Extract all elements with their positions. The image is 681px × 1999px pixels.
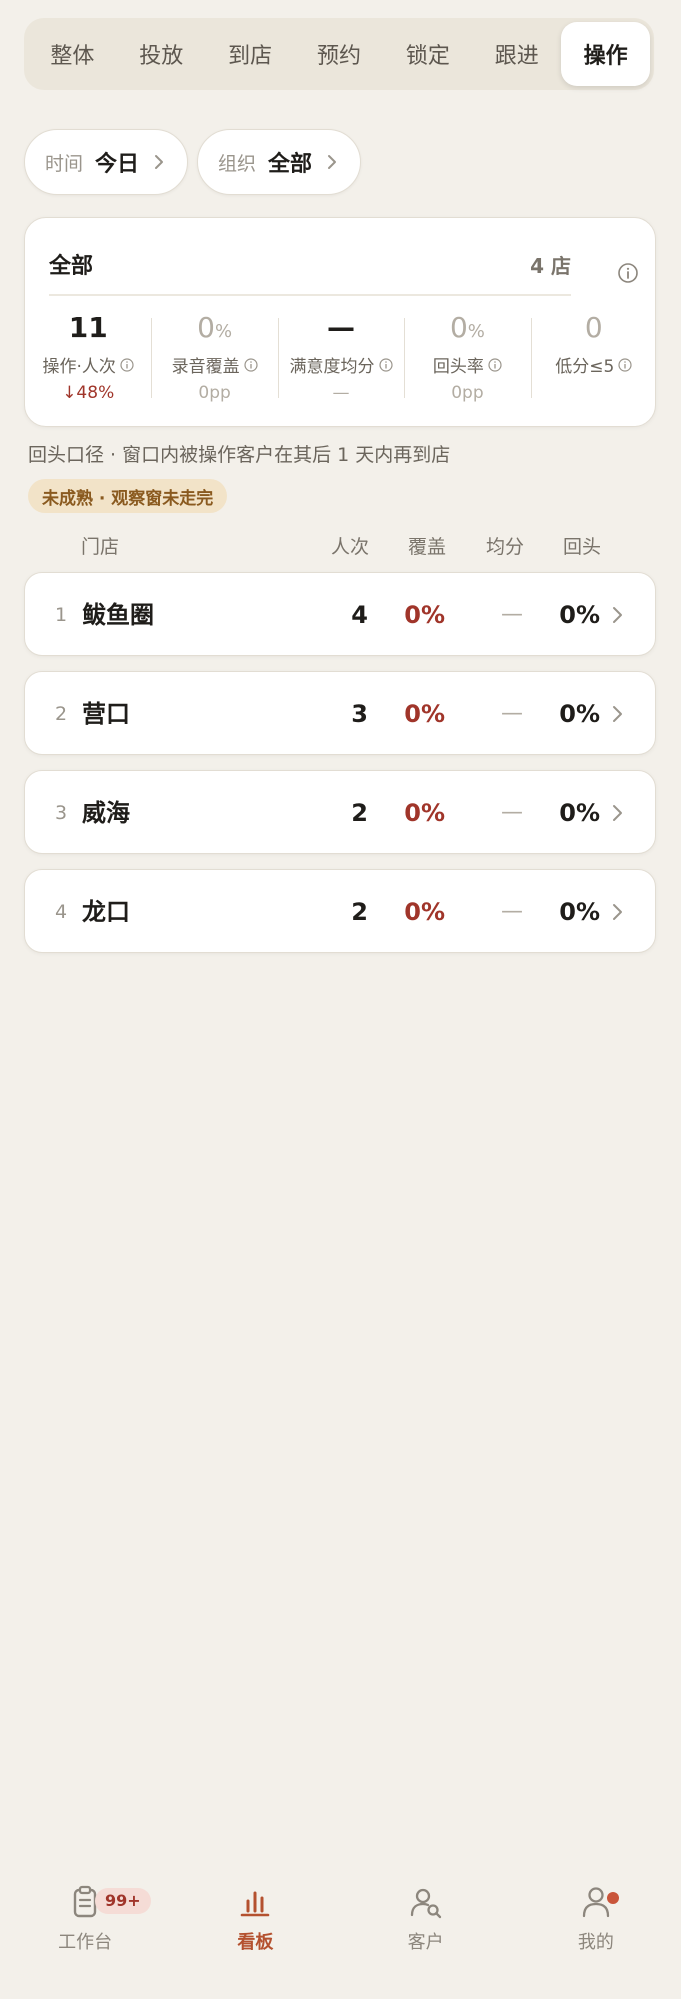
metric-label: 回头率	[433, 352, 502, 377]
tab-followup[interactable]: 跟进	[472, 22, 561, 86]
header-cover: 覆盖	[407, 536, 446, 558]
summary-card: 全部 4 店 11 操作·人次 ↓48% 0% 录音覆盖 0pp — 满意度均分…	[24, 217, 656, 427]
row-back: 0%	[559, 601, 600, 629]
nav-label: 工作台	[58, 1932, 113, 1953]
info-icon[interactable]	[617, 262, 639, 284]
nav-dashboard[interactable]: 看板	[170, 1870, 340, 1980]
row-cover: 0%	[404, 601, 445, 629]
tab-booking[interactable]: 预约	[295, 22, 384, 86]
header-store: 门店	[81, 536, 120, 558]
chevron-right-icon	[155, 155, 164, 169]
metric-value: 0%	[449, 311, 485, 344]
row-back: 0%	[559, 898, 600, 926]
info-icon[interactable]	[244, 357, 258, 372]
metric-value: 0%	[197, 311, 233, 344]
row-store-name: 威海	[82, 799, 130, 827]
tab-overall[interactable]: 整体	[28, 22, 117, 86]
info-icon[interactable]	[378, 357, 393, 372]
metric-change: ↓48%	[62, 383, 115, 403]
metric-change: 0pp	[198, 383, 231, 403]
row-count: 4	[351, 601, 368, 629]
metric-label: 录音覆盖	[172, 352, 258, 377]
metrics-row: 11 操作·人次 ↓48% 0% 录音覆盖 0pp — 满意度均分 — 0% 回…	[25, 310, 657, 410]
summary-title: 全部	[49, 254, 94, 279]
table-row[interactable]: 4 龙口 2 0% — 0%	[24, 869, 656, 953]
header-count: 人次	[330, 536, 369, 558]
info-icon[interactable]	[618, 357, 632, 372]
table-header: 门店 人次 覆盖 均分 回头	[24, 528, 656, 562]
metric-change: 0pp	[451, 383, 484, 403]
row-rank: 1	[55, 604, 68, 626]
notification-dot	[606, 1892, 619, 1904]
row-cover: 0%	[404, 700, 445, 728]
info-icon[interactable]	[120, 357, 134, 372]
metric-value: 11	[68, 311, 108, 344]
metric-return-rate: 0% 回头率 0pp	[404, 310, 530, 410]
bar-chart-icon	[241, 1891, 270, 1917]
tab-arrival[interactable]: 到店	[206, 22, 295, 86]
metric-low-score: 0 低分≤5	[530, 310, 657, 410]
immature-status-badge: 未成熟 · 观察窗未走完	[28, 479, 228, 513]
tab-ads[interactable]: 投放	[117, 22, 206, 86]
segment-tabs: 整体 投放 到店 预约 锁定 跟进 操作	[24, 18, 654, 90]
metric-satisfaction-avg: — 满意度均分 —	[277, 310, 404, 410]
nav-workbench[interactable]: 工作台 99+	[0, 1870, 170, 1980]
table-row[interactable]: 3 威海 2 0% — 0%	[24, 770, 656, 854]
user-search-icon	[410, 1888, 441, 1919]
row-rank: 4	[55, 901, 68, 923]
tab-lock[interactable]: 锁定	[383, 22, 472, 86]
row-rank: 2	[55, 703, 68, 725]
time-filter-value: 今日	[95, 152, 140, 177]
metric-label: 低分≤5	[555, 352, 632, 377]
metric-value: 0	[584, 311, 603, 344]
chevron-right-icon	[613, 805, 622, 821]
org-filter-button[interactable]: 组织 全部	[197, 129, 362, 195]
nav-label: 看板	[237, 1932, 274, 1953]
org-filter-label: 组织	[218, 152, 257, 175]
chevron-right-icon	[328, 155, 337, 169]
divider	[49, 294, 571, 296]
row-count: 2	[351, 898, 368, 926]
row-back: 0%	[559, 799, 600, 827]
nav-label: 客户	[407, 1932, 444, 1953]
metric-label: 满意度均分	[290, 352, 393, 377]
return-definition-note: 回头口径 · 窗口内被操作客户在其后 1 天内再到店	[28, 444, 451, 466]
chevron-right-icon	[613, 706, 622, 722]
nav-profile[interactable]: 我的	[511, 1870, 681, 1980]
row-back: 0%	[559, 700, 600, 728]
row-count: 2	[351, 799, 368, 827]
row-avg: —	[501, 701, 523, 726]
store-count: 4 店	[530, 254, 571, 278]
header-back: 回头	[562, 536, 601, 558]
table-row[interactable]: 1 鲅鱼圈 4 0% — 0%	[24, 572, 656, 656]
tab-operation[interactable]: 操作	[561, 22, 651, 86]
nav-label: 我的	[577, 1932, 614, 1953]
org-filter-value: 全部	[268, 152, 313, 177]
notification-badge: 99+	[95, 1888, 151, 1914]
row-store-name: 龙口	[82, 898, 130, 926]
info-icon[interactable]	[488, 357, 502, 372]
row-rank: 3	[55, 802, 68, 824]
metric-change: —	[332, 383, 350, 403]
row-count: 3	[351, 700, 368, 728]
row-avg: —	[501, 800, 523, 825]
chevron-right-icon	[613, 904, 622, 920]
time-filter-button[interactable]: 时间 今日	[24, 129, 189, 195]
header-avg: 均分	[485, 536, 524, 558]
chevron-right-icon	[613, 607, 622, 623]
row-avg: —	[501, 602, 523, 627]
time-filter-label: 时间	[45, 152, 84, 175]
table-row[interactable]: 2 营口 3 0% — 0%	[24, 671, 656, 755]
metric-recording-coverage: 0% 录音覆盖 0pp	[151, 310, 277, 410]
row-cover: 0%	[404, 799, 445, 827]
metric-label: 操作·人次	[43, 352, 134, 377]
row-store-name: 营口	[82, 700, 130, 728]
metric-operation-count: 11 操作·人次 ↓48%	[25, 310, 151, 410]
nav-customers[interactable]: 客户	[341, 1870, 511, 1980]
row-cover: 0%	[404, 898, 445, 926]
metric-value: —	[327, 311, 356, 344]
row-avg: —	[501, 899, 523, 924]
row-store-name: 鲅鱼圈	[82, 601, 154, 629]
bottom-nav: 工作台 99+ 看板 客户 我的	[0, 1870, 681, 1980]
